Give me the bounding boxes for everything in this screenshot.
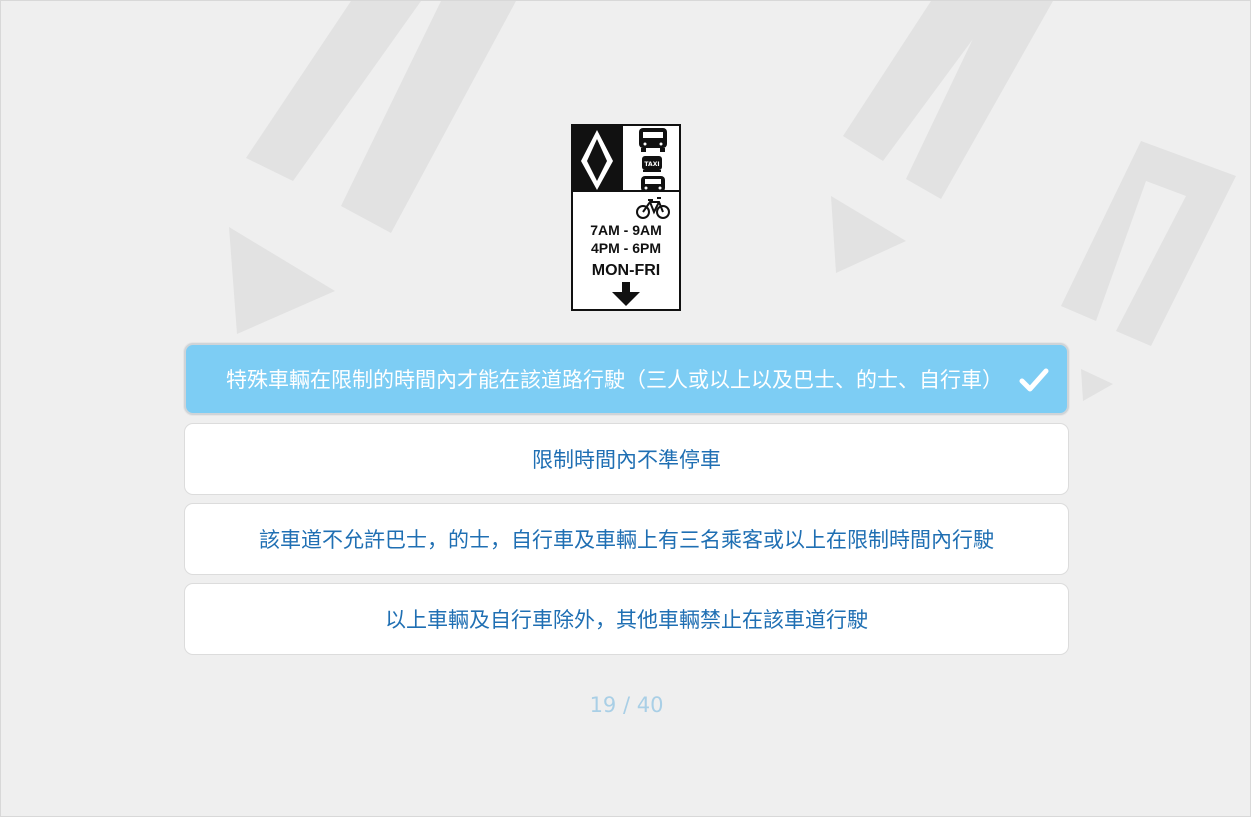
sign-time-evening: 4PM - 6PM: [591, 240, 661, 256]
sign-days: MON-FRI: [592, 262, 660, 279]
answer-option-2[interactable]: 限制時間內不準停車: [184, 423, 1069, 495]
answer-option-4[interactable]: 以上車輛及自行車除外，其他車輛禁止在該車道行駛: [184, 583, 1069, 655]
sign-time-morning: 7AM - 9AM: [590, 222, 662, 238]
answer-option-label: 限制時間內不準停車: [532, 448, 721, 472]
taxi-icon: TAXI: [642, 156, 662, 172]
answer-option-label: 該車道不允許巴士，的士，自行車及車輛上有三名乘客或以上在限制時間內行駛: [259, 528, 994, 552]
car-icon: [641, 176, 665, 192]
answer-options: 特殊車輛在限制的時間內才能在該道路行駛（三人或以上以及巴士、的士、自行車） 限制…: [184, 343, 1069, 663]
question-progress: 19 / 40: [589, 693, 664, 717]
hov-lane-sign-image: TAXI 7AM - 9AM 4PM - 6PM MON-FRI: [571, 124, 681, 311]
taxi-label: TAXI: [644, 161, 659, 168]
answer-option-3[interactable]: 該車道不允許巴士，的士，自行車及車輛上有三名乘客或以上在限制時間內行駛: [184, 503, 1069, 575]
answer-option-1[interactable]: 特殊車輛在限制的時間內才能在該道路行駛（三人或以上以及巴士、的士、自行車）: [184, 343, 1069, 415]
answer-option-label: 特殊車輛在限制的時間內才能在該道路行駛（三人或以上以及巴士、的士、自行車）: [226, 368, 1003, 392]
answer-option-label: 以上車輛及自行車除外，其他車輛禁止在該車道行駛: [385, 608, 868, 632]
checkmark-icon: [1019, 368, 1049, 392]
quiz-screen: TAXI 7AM - 9AM 4PM - 6PM MON-FRI 特殊車輛在限制…: [0, 0, 1251, 817]
